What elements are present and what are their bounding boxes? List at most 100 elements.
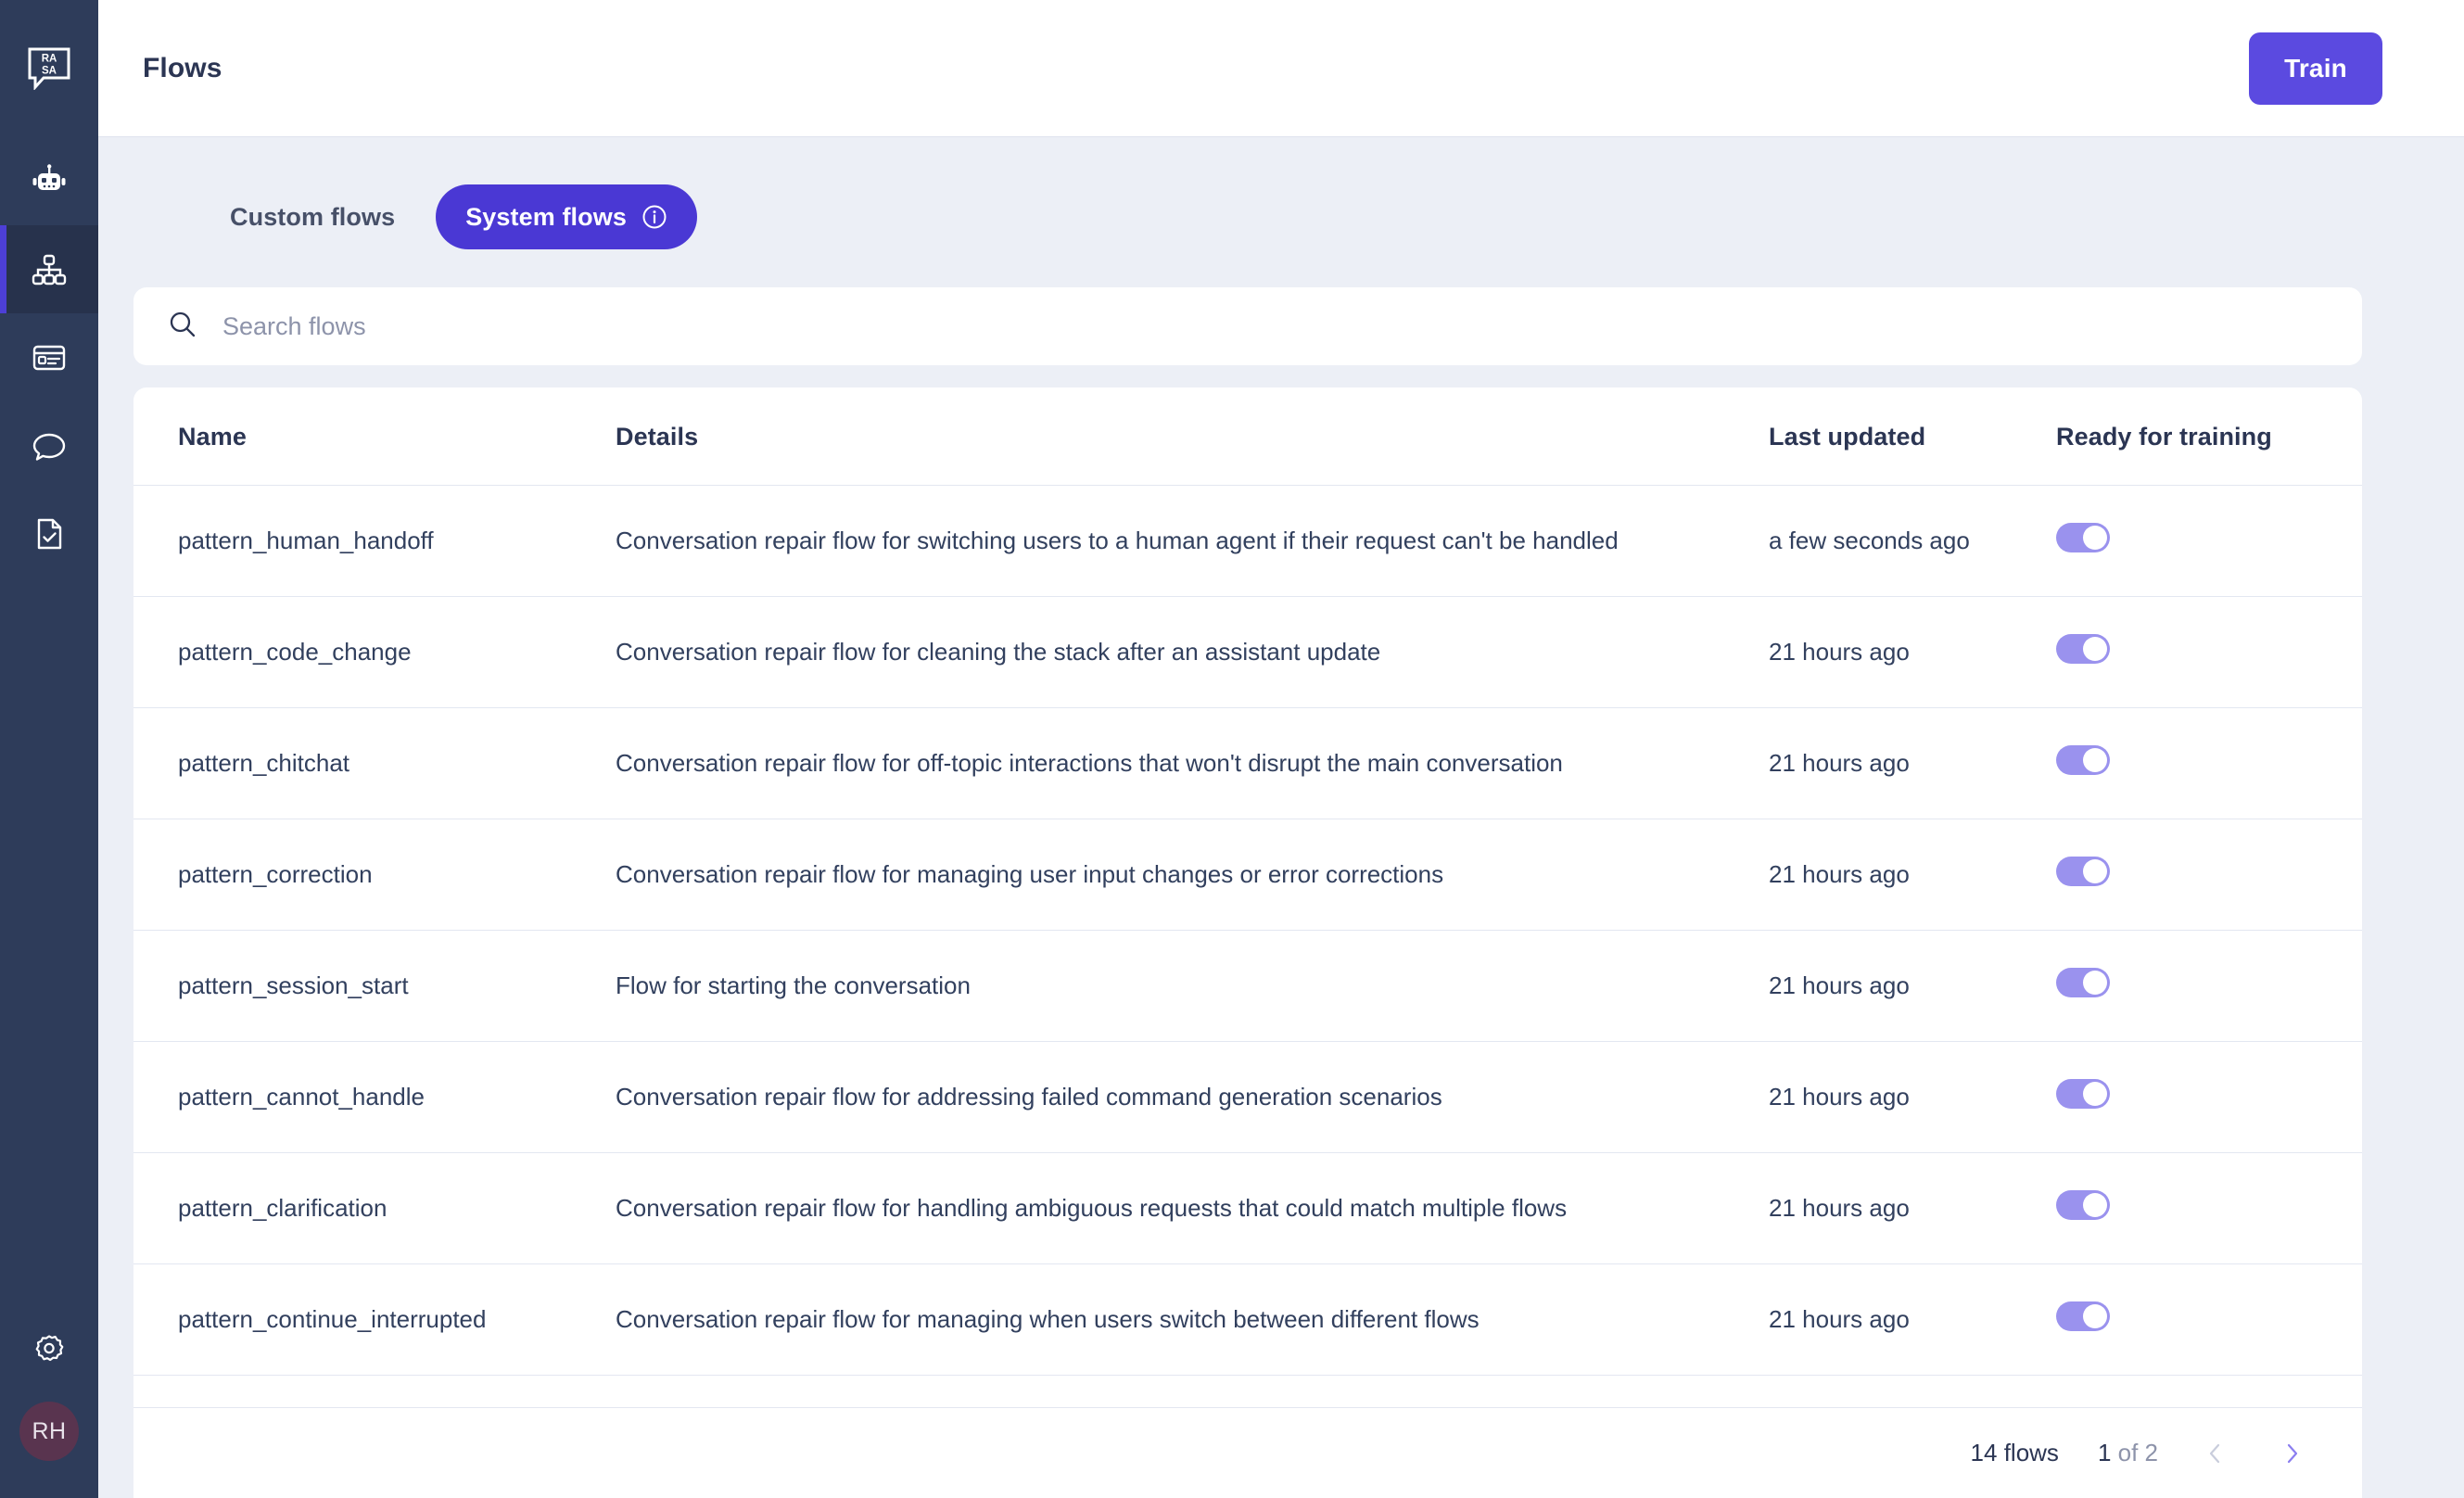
name-cell: pattern_clarification [178, 1194, 616, 1223]
ready-for-training-toggle[interactable] [2056, 1079, 2110, 1109]
ready-for-training-toggle[interactable] [2056, 1190, 2110, 1220]
cell-details: Conversation repair flow for off-topic i… [616, 707, 1769, 819]
cell-ready-for-training [2056, 485, 2362, 597]
name-cell: pattern_chitchat [178, 749, 616, 778]
flow-name: pattern_clarification [178, 1194, 387, 1222]
cell-details: Conversation repair flow for cleaning th… [616, 596, 1769, 708]
ready-for-training-toggle[interactable] [2056, 523, 2110, 552]
search-input[interactable] [222, 311, 2362, 341]
table-row[interactable]: pattern_code_change Conversation repair f… [133, 596, 2362, 708]
avatar[interactable]: RH [19, 1402, 79, 1461]
sidebar-item-conversations[interactable] [0, 401, 98, 489]
cell-last-updated: a few seconds ago [1769, 485, 2056, 597]
cell-name: pattern_continue_interrupted [133, 1263, 616, 1376]
chevron-left-icon [2209, 1443, 2220, 1463]
content-area: Custom flows System flows Search flows N… [98, 137, 2464, 1498]
name-cell: pattern_correction [178, 860, 616, 889]
cell-details: Conversation repair flow for addressing … [616, 1041, 1769, 1153]
flow-name: pattern_session_start [178, 971, 409, 999]
flow-count: 14 flows [1970, 1439, 2059, 1466]
cell-details: Flow for starting the conversation [616, 930, 1769, 1042]
gear-icon [35, 1335, 64, 1362]
ready-for-training-toggle[interactable] [2056, 857, 2110, 886]
name-cell: pattern_cannot_handle [178, 1083, 616, 1111]
flows-table: Name Details Last updated Ready for trai… [133, 387, 2362, 1498]
page-total: of 2 [2111, 1439, 2158, 1466]
page-title: Flows [143, 52, 222, 83]
flow-details: Conversation repair flow for managing wh… [616, 1305, 1480, 1333]
flow-name: pattern_code_change [178, 638, 412, 666]
flow-name: pattern_cannot_handle [178, 1083, 425, 1111]
cell-ready-for-training [2056, 930, 2362, 1042]
info-icon[interactable] [641, 204, 667, 230]
table-row[interactable]: pattern_clarification Conversation repair… [133, 1152, 2362, 1264]
flows-table-card: Name Details Last updated Ready for trai… [133, 387, 2362, 1498]
flows-table-head: Name Details Last updated Ready for trai… [133, 387, 2362, 486]
page-current: 1 [2097, 1439, 2112, 1466]
robot-icon [32, 163, 66, 190]
cell-name: pattern_correction [133, 819, 616, 931]
rasa-logo-icon: RA SA [28, 47, 70, 90]
sidebar-item-flows[interactable] [0, 225, 98, 313]
train-button[interactable]: Train [2249, 32, 2382, 105]
cell-name: pattern_clarification [133, 1152, 616, 1264]
cell-details: Conversation repair flow for managing wh… [616, 1263, 1769, 1376]
document-check-icon [37, 518, 62, 549]
previous-page-button[interactable] [2197, 1435, 2234, 1472]
name-cell: pattern_code_change [178, 638, 616, 666]
ready-for-training-toggle[interactable] [2056, 634, 2110, 664]
column-header-details[interactable]: Details [616, 387, 1769, 486]
name-cell: pattern_session_start [178, 971, 616, 1000]
sidebar-item-assistant[interactable] [0, 137, 98, 225]
name-cell: pattern_human_handoff [178, 527, 616, 555]
search-bar[interactable] [133, 287, 2362, 365]
column-header-ready-for-training[interactable]: Ready for training [2056, 387, 2362, 486]
table-header-row: Name Details Last updated Ready for trai… [133, 387, 2362, 486]
cell-name: pattern_cannot_handle [133, 1041, 616, 1153]
page-indicator: 1 of 2 [2098, 1439, 2158, 1467]
sidebar-footer: RH [0, 1309, 98, 1498]
cell-ready-for-training [2056, 1152, 2362, 1264]
flow-name: pattern_human_handoff [178, 527, 434, 554]
column-header-name[interactable]: Name [133, 387, 616, 486]
main-area: Flows Train Custom flows System flows Se… [98, 0, 2464, 1498]
cell-ready-for-training [2056, 596, 2362, 708]
next-page-button[interactable] [2273, 1435, 2310, 1472]
search-icon [167, 309, 198, 345]
flows-icon [32, 254, 67, 285]
sidebar-item-tests[interactable] [0, 489, 98, 578]
settings-button[interactable] [0, 1309, 98, 1389]
table-row[interactable]: pattern_continue_interrupted Conversation… [133, 1263, 2362, 1376]
cell-last-updated: 21 hours ago [1769, 1263, 2056, 1376]
sidebar-item-responses[interactable] [0, 313, 98, 401]
sidebar-nav [0, 137, 98, 578]
cell-last-updated: 21 hours ago [1769, 707, 2056, 819]
rasa-logo[interactable]: RA SA [0, 0, 98, 137]
chevron-right-icon [2287, 1443, 2298, 1463]
cell-name: pattern_session_start [133, 930, 616, 1042]
svg-text:RA: RA [42, 54, 57, 65]
ready-for-training-toggle[interactable] [2056, 968, 2110, 997]
cell-ready-for-training [2056, 1041, 2362, 1153]
table-row[interactable]: pattern_chitchat Conversation repair flow… [133, 707, 2362, 819]
tab-custom-flows[interactable]: Custom flows [200, 184, 425, 249]
cell-name: pattern_chitchat [133, 707, 616, 819]
column-header-last-updated[interactable]: Last updated [1769, 387, 2056, 486]
flow-details: Conversation repair flow for switching u… [616, 527, 1619, 554]
chat-bubble-icon [32, 433, 66, 461]
flow-name: pattern_continue_interrupted [178, 1305, 487, 1333]
svg-text:SA: SA [42, 66, 57, 77]
cell-details: Conversation repair flow for switching u… [616, 485, 1769, 597]
cell-last-updated: 21 hours ago [1769, 819, 2056, 931]
table-row[interactable]: pattern_session_start Flow for starting t… [133, 930, 2362, 1042]
flow-name: pattern_chitchat [178, 749, 350, 777]
table-row[interactable]: pattern_correction Conversation repair fl… [133, 819, 2362, 931]
ready-for-training-toggle[interactable] [2056, 745, 2110, 775]
tab-custom-flows-label: Custom flows [230, 202, 396, 231]
cell-last-updated: 21 hours ago [1769, 1152, 2056, 1264]
table-row[interactable]: pattern_cannot_handle Conversation repair… [133, 1041, 2362, 1153]
tab-system-flows[interactable]: System flows [436, 184, 697, 249]
ready-for-training-toggle[interactable] [2056, 1301, 2110, 1331]
cell-last-updated: 21 hours ago [1769, 1041, 2056, 1153]
table-row[interactable]: pattern_human_handoff Conversation repair… [133, 485, 2362, 597]
